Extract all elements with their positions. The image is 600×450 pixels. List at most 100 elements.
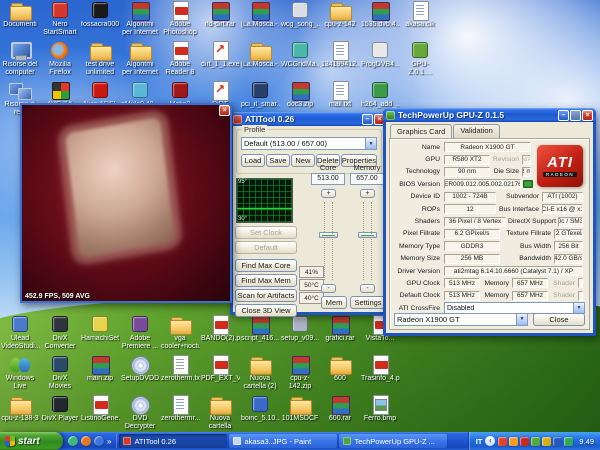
task-button-akasa3-jpg-paint[interactable]: akasa3..JPG - Paint xyxy=(229,434,337,448)
desktop-icon[interactable]: DivX Player xyxy=(40,394,80,434)
desktop-icon[interactable]: Documenti xyxy=(0,0,40,40)
memory-slider-handle[interactable] xyxy=(358,232,377,238)
desktop-icon[interactable]: DivX Converter xyxy=(40,314,80,354)
profile-load-button[interactable]: Load xyxy=(241,154,265,167)
desktop-icon[interactable]: 600 xyxy=(320,354,360,394)
hamachi-icon[interactable] xyxy=(68,436,78,446)
hide-tray-icons-button[interactable]: ‹ xyxy=(485,436,495,446)
desktop-icon[interactable]: Adobe Reader 8 xyxy=(160,40,200,80)
memory-minus-button[interactable]: - xyxy=(360,284,375,293)
folder-icon xyxy=(247,354,273,375)
desktop-icon[interactable]: SetupDVDD... xyxy=(120,354,160,394)
core-slider-handle[interactable] xyxy=(319,232,338,238)
scan-for-artifacts-button[interactable]: Scan for Artifacts xyxy=(235,289,297,302)
desktop-icon[interactable]: akasa.clk xyxy=(400,0,440,40)
desktop-icon[interactable]: 1535.dvb.4... xyxy=(360,0,400,40)
desktop-icon[interactable]: GPU-Z.0.1.... xyxy=(400,40,440,80)
emule-tray-icon[interactable] xyxy=(531,437,540,446)
msn-tray-icon[interactable] xyxy=(564,437,573,446)
desktop-icon[interactable]: HamachiSet... xyxy=(80,314,120,354)
close-3d-view-button[interactable]: Close 3D View xyxy=(235,304,297,317)
desktop-icon[interactable]: test drive unlimited crack xyxy=(80,40,120,80)
task-button-atitool-0-26[interactable]: ATITool 0.26 xyxy=(119,434,227,448)
maximize-button[interactable] xyxy=(570,110,581,121)
desktop-icon[interactable]: BANDO(2).pdf xyxy=(200,314,240,354)
minimize-button[interactable]: – xyxy=(558,110,569,121)
firefox-icon[interactable] xyxy=(81,436,91,446)
core-clock-input[interactable]: 513.00 xyxy=(311,173,345,185)
desktop-icon[interactable]: cpu-z-142 xyxy=(320,0,360,40)
desktop-icon[interactable]: rld-dirt.rar xyxy=(200,0,240,40)
gpuz-titlebar[interactable]: TechPowerUp GPU-Z 0.1.5 – × xyxy=(383,108,596,122)
memory-label: Memory xyxy=(350,163,384,172)
start-button[interactable]: start xyxy=(0,432,63,450)
network-tray-icon[interactable] xyxy=(553,437,562,446)
tab-validation[interactable]: Validation xyxy=(453,124,499,138)
desktop-icon[interactable]: [La.Mosca.-... xyxy=(240,0,280,40)
close-button[interactable]: × xyxy=(582,110,593,121)
desktop-icon[interactable]: Algoritmi per Internet ... xyxy=(120,40,160,80)
desktop-icon[interactable]: Ferro.bmp xyxy=(360,394,400,434)
ie-icon[interactable] xyxy=(94,436,104,446)
desktop-icon[interactable]: ProgDVB4.... xyxy=(360,40,400,80)
desktop-icon[interactable]: zerothermr... xyxy=(160,394,200,434)
desktop-icon[interactable]: Adobe Premiere ... xyxy=(120,314,160,354)
desktop-icon[interactable]: Trasinfo_4.pdf xyxy=(360,354,400,394)
desktop-icon[interactable]: Nuova cartella xyxy=(200,394,240,434)
desktop-icon[interactable]: DVD Decrypter xyxy=(120,394,160,434)
task-button-techpowerup-gpu-z-[interactable]: TechPowerUp GPU-Z ... xyxy=(339,434,447,448)
desktop-icon[interactable]: Algoritmi per Internet ... xyxy=(120,0,160,40)
desktop-icon[interactable]: Windows Live Messenger xyxy=(0,354,40,394)
gpuz-close-button[interactable]: Close xyxy=(533,313,585,326)
desktop-icon[interactable]: 101MSDCF xyxy=(280,394,320,434)
desktop-icon[interactable]: Nuova cartella (2) xyxy=(240,354,280,394)
mem-button[interactable]: Mem xyxy=(321,296,347,309)
desktop-icon[interactable]: Nero StartSmart xyxy=(40,0,80,40)
desktop-icon[interactable]: 600.rar xyxy=(320,394,360,434)
desktop-icon[interactable]: dirt_1_1.exe xyxy=(200,40,240,80)
desktop-icon[interactable]: PDF_EXT_V... xyxy=(200,354,240,394)
desktop-icon[interactable]: ListinoGene... xyxy=(80,394,120,434)
atitool-titlebar[interactable]: ATITool 0.26 – × xyxy=(230,112,388,126)
memory-plus-button[interactable]: + xyxy=(360,189,375,198)
desktop-icon[interactable]: [La.Mosca.-... xyxy=(240,40,280,80)
desktop-icon[interactable]: cpu-z-138-3 xyxy=(0,394,40,434)
minimize-button[interactable]: – xyxy=(362,114,373,125)
desktop-icon[interactable]: Mozilla Firefox xyxy=(40,40,80,80)
firewall-tray-icon[interactable] xyxy=(509,437,518,446)
tab-graphics-card[interactable]: Graphics Card xyxy=(390,124,452,138)
desktop-icon[interactable]: boinc_5.10.... xyxy=(240,394,280,434)
language-indicator[interactable]: IT xyxy=(476,437,483,446)
desktop-icon[interactable]: setup_v09... xyxy=(280,314,320,354)
settings-button[interactable]: Settings xyxy=(350,296,386,309)
desktop-icon[interactable]: main.zip xyxy=(80,354,120,394)
desktop-icon[interactable]: 134199412... xyxy=(320,40,360,80)
memory-clock-input[interactable]: 657.00 xyxy=(350,173,384,185)
core-minus-button[interactable]: - xyxy=(321,284,336,293)
folder-icon xyxy=(7,394,33,415)
find-max-core-button[interactable]: Find Max Core xyxy=(235,259,297,272)
profile-save-button[interactable]: Save xyxy=(266,154,290,167)
core-plus-button[interactable]: + xyxy=(321,189,336,198)
desktop-icon[interactable]: grafici.rar xyxy=(320,314,360,354)
card-select-combo[interactable]: Radeon X1900 GT ▼ xyxy=(394,313,528,326)
desktop-icon[interactable]: Ulead VideoStudi... xyxy=(0,314,40,354)
desktop-icon[interactable]: fossacra000 xyxy=(80,0,120,40)
desktop-icon[interactable]: script_416... xyxy=(240,314,280,354)
temp-tray-icon[interactable] xyxy=(498,437,507,446)
desktop-icon[interactable]: cpu-z-142.zip xyxy=(280,354,320,394)
scheduler-tray-icon[interactable] xyxy=(542,437,551,446)
desktop-icon[interactable]: vga cooler+noctua xyxy=(160,314,200,354)
quick-launch-overflow-icon[interactable]: » xyxy=(107,437,111,446)
find-max-mem-button[interactable]: Find Max Mem xyxy=(235,274,297,287)
desktop-icon[interactable]: Risorse del computer xyxy=(0,40,40,80)
avg-tray-icon[interactable] xyxy=(520,437,529,446)
desktop-icon[interactable]: DivX Movies xyxy=(40,354,80,394)
desktop-icon[interactable]: zerotherm.txt xyxy=(160,354,200,394)
desktop-icon[interactable]: WCGridMa... xyxy=(280,40,320,80)
desktop-icon[interactable]: Adobe Photoshop ... xyxy=(160,0,200,40)
desktop-icon[interactable]: wcg_song_... xyxy=(280,0,320,40)
profile-combo[interactable]: Default (513.00 / 657.00) ▼ xyxy=(241,137,377,150)
msn-icon xyxy=(7,354,33,375)
close-icon[interactable]: × xyxy=(219,105,230,116)
